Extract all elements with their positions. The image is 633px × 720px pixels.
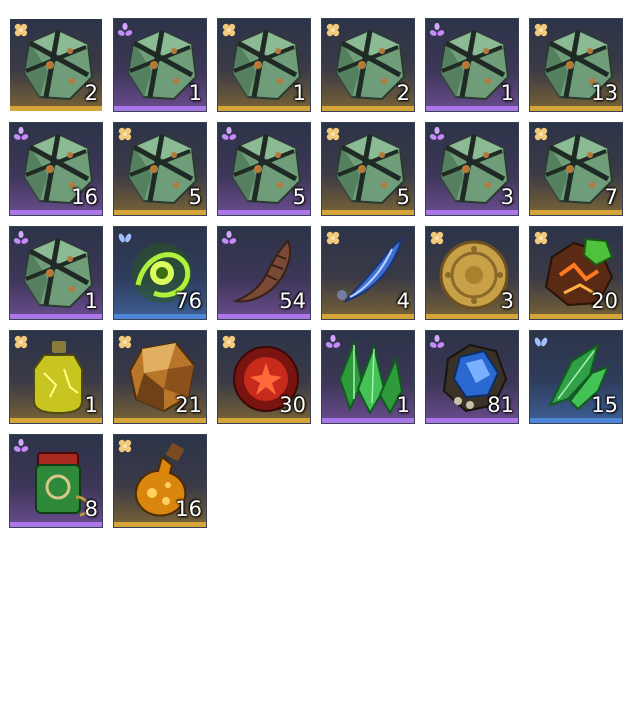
rarity-bar (322, 106, 414, 111)
rarity-bar (218, 418, 310, 423)
rarity-bar (322, 314, 414, 319)
inventory-slot[interactable]: 3 (425, 122, 519, 216)
inventory-slot[interactable]: 4 (321, 226, 415, 320)
item-count: 5 (292, 185, 306, 209)
item-count: 76 (175, 289, 202, 313)
inventory-slot[interactable]: 1 (9, 330, 103, 424)
inventory-slot[interactable]: 15 (529, 330, 623, 424)
rarity-bar (114, 522, 206, 527)
item-count: 16 (71, 185, 98, 209)
inventory-grid: 2 1 1 2 1 13 16 5 5 5 3 7 1 76 54 4 3 20 1 21 30 1 81 15 8 16 (8, 17, 624, 528)
inventory-slot[interactable]: 2 (8, 17, 104, 113)
inventory-slot[interactable]: 1 (321, 330, 415, 424)
rarity-bar (426, 106, 518, 111)
item-count: 15 (591, 393, 618, 417)
inventory-slot[interactable]: 16 (9, 122, 103, 216)
rarity-bar (426, 314, 518, 319)
rarity-bar (10, 106, 102, 111)
inventory-slot[interactable]: 81 (425, 330, 519, 424)
item-count: 3 (500, 185, 514, 209)
inventory-slot[interactable]: 54 (217, 226, 311, 320)
item-count: 1 (292, 81, 306, 105)
item-count: 1 (84, 393, 98, 417)
item-count: 54 (279, 289, 306, 313)
inventory-slot[interactable]: 5 (321, 122, 415, 216)
rarity-bar (426, 418, 518, 423)
rarity-bar (218, 106, 310, 111)
item-count: 30 (279, 393, 306, 417)
inventory-slot[interactable]: 13 (529, 18, 623, 112)
inventory-slot[interactable]: 1 (425, 18, 519, 112)
inventory-slot[interactable]: 8 (9, 434, 103, 528)
rarity-bar (10, 314, 102, 319)
item-count: 4 (396, 289, 410, 313)
rarity-bar (114, 418, 206, 423)
item-count: 2 (396, 81, 410, 105)
inventory-slot[interactable]: 76 (113, 226, 207, 320)
inventory-slot[interactable]: 1 (113, 18, 207, 112)
inventory-slot[interactable]: 7 (529, 122, 623, 216)
inventory-slot[interactable]: 1 (9, 226, 103, 320)
rarity-bar (530, 314, 622, 319)
item-count: 1 (84, 289, 98, 313)
rarity-bar (218, 314, 310, 319)
inventory-slot[interactable]: 16 (113, 434, 207, 528)
rarity-bar (218, 210, 310, 215)
inventory-slot[interactable]: 2 (321, 18, 415, 112)
item-count: 1 (188, 81, 202, 105)
rarity-bar (114, 314, 206, 319)
rarity-bar (322, 210, 414, 215)
item-count: 1 (500, 81, 514, 105)
rarity-bar (114, 106, 206, 111)
inventory-slot[interactable]: 5 (113, 122, 207, 216)
item-count: 5 (188, 185, 202, 209)
rarity-bar (530, 210, 622, 215)
inventory-slot[interactable]: 1 (217, 18, 311, 112)
item-count: 2 (84, 81, 98, 105)
inventory-slot[interactable]: 30 (217, 330, 311, 424)
item-count: 81 (487, 393, 514, 417)
item-count: 13 (591, 81, 618, 105)
rarity-bar (426, 210, 518, 215)
inventory-slot[interactable]: 5 (217, 122, 311, 216)
rarity-bar (10, 522, 102, 527)
item-count: 5 (396, 185, 410, 209)
item-count: 20 (591, 289, 618, 313)
item-count: 8 (84, 497, 98, 521)
rarity-bar (10, 418, 102, 423)
inventory-slot[interactable]: 21 (113, 330, 207, 424)
rarity-bar (322, 418, 414, 423)
rarity-bar (530, 106, 622, 111)
rarity-bar (530, 418, 622, 423)
rarity-bar (10, 210, 102, 215)
inventory-slot[interactable]: 3 (425, 226, 519, 320)
item-count: 7 (604, 185, 618, 209)
item-count: 3 (500, 289, 514, 313)
item-count: 21 (175, 393, 202, 417)
rarity-bar (114, 210, 206, 215)
item-count: 1 (396, 393, 410, 417)
inventory-slot[interactable]: 20 (529, 226, 623, 320)
item-count: 16 (175, 497, 202, 521)
